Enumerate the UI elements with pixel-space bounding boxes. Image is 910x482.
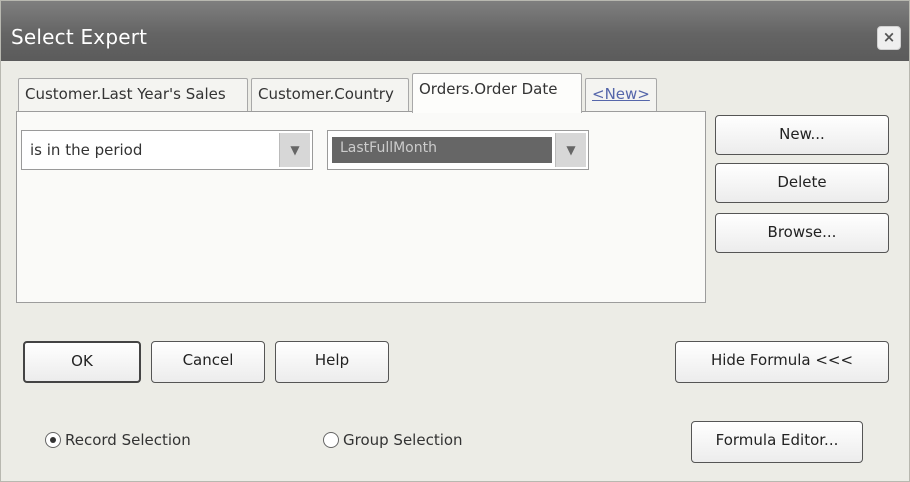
group-selection-label: Group Selection bbox=[343, 431, 463, 449]
tab-orders-order-date[interactable]: Orders.Order Date bbox=[412, 73, 582, 113]
tab-customer-last-years-sales[interactable]: Customer.Last Year's Sales bbox=[18, 78, 248, 111]
close-icon[interactable]: × bbox=[877, 26, 901, 50]
new-button[interactable]: New... bbox=[715, 115, 889, 155]
delete-button-label: Delete bbox=[777, 173, 827, 191]
chevron-down-icon[interactable]: ▼ bbox=[279, 133, 310, 167]
select-expert-dialog: Select Expert × Customer.Last Year's Sal… bbox=[0, 0, 910, 482]
formula-editor-label: Formula Editor... bbox=[715, 431, 839, 449]
period-selection-highlight: LastFullMonth bbox=[332, 137, 552, 163]
formula-editor-button[interactable]: Formula Editor... bbox=[691, 421, 863, 463]
operator-dropdown[interactable]: is in the period ▼ bbox=[21, 130, 313, 170]
tab-customer-country[interactable]: Customer.Country bbox=[251, 78, 409, 111]
browse-button-label: Browse... bbox=[767, 223, 837, 241]
record-selection-option[interactable]: Record Selection bbox=[45, 431, 191, 449]
condition-panel: is in the period ▼ LastFullMonth ▼ bbox=[16, 111, 706, 303]
cancel-button[interactable]: Cancel bbox=[151, 341, 265, 383]
group-selection-option[interactable]: Group Selection bbox=[323, 431, 463, 449]
help-button[interactable]: Help bbox=[275, 341, 389, 383]
title-bar: Select Expert × bbox=[1, 1, 909, 61]
group-selection-radio[interactable] bbox=[323, 432, 339, 448]
ok-button-label: OK bbox=[71, 352, 93, 370]
period-dropdown[interactable]: LastFullMonth ▼ bbox=[327, 130, 589, 170]
operator-value: is in the period bbox=[30, 141, 143, 159]
record-selection-label: Record Selection bbox=[65, 431, 191, 449]
hide-formula-button[interactable]: Hide Formula <<< bbox=[675, 341, 889, 383]
delete-button[interactable]: Delete bbox=[715, 163, 889, 203]
tab-new[interactable]: <New> bbox=[585, 78, 657, 111]
record-selection-radio[interactable] bbox=[45, 432, 61, 448]
ok-button[interactable]: OK bbox=[23, 341, 141, 383]
chevron-down-icon[interactable]: ▼ bbox=[555, 133, 586, 167]
new-button-label: New... bbox=[779, 125, 825, 143]
help-button-label: Help bbox=[314, 351, 350, 369]
window-title: Select Expert bbox=[11, 25, 148, 49]
period-value: LastFullMonth bbox=[340, 140, 437, 156]
browse-button[interactable]: Browse... bbox=[715, 213, 889, 253]
hide-formula-label: Hide Formula <<< bbox=[710, 351, 854, 369]
cancel-button-label: Cancel bbox=[182, 351, 234, 369]
